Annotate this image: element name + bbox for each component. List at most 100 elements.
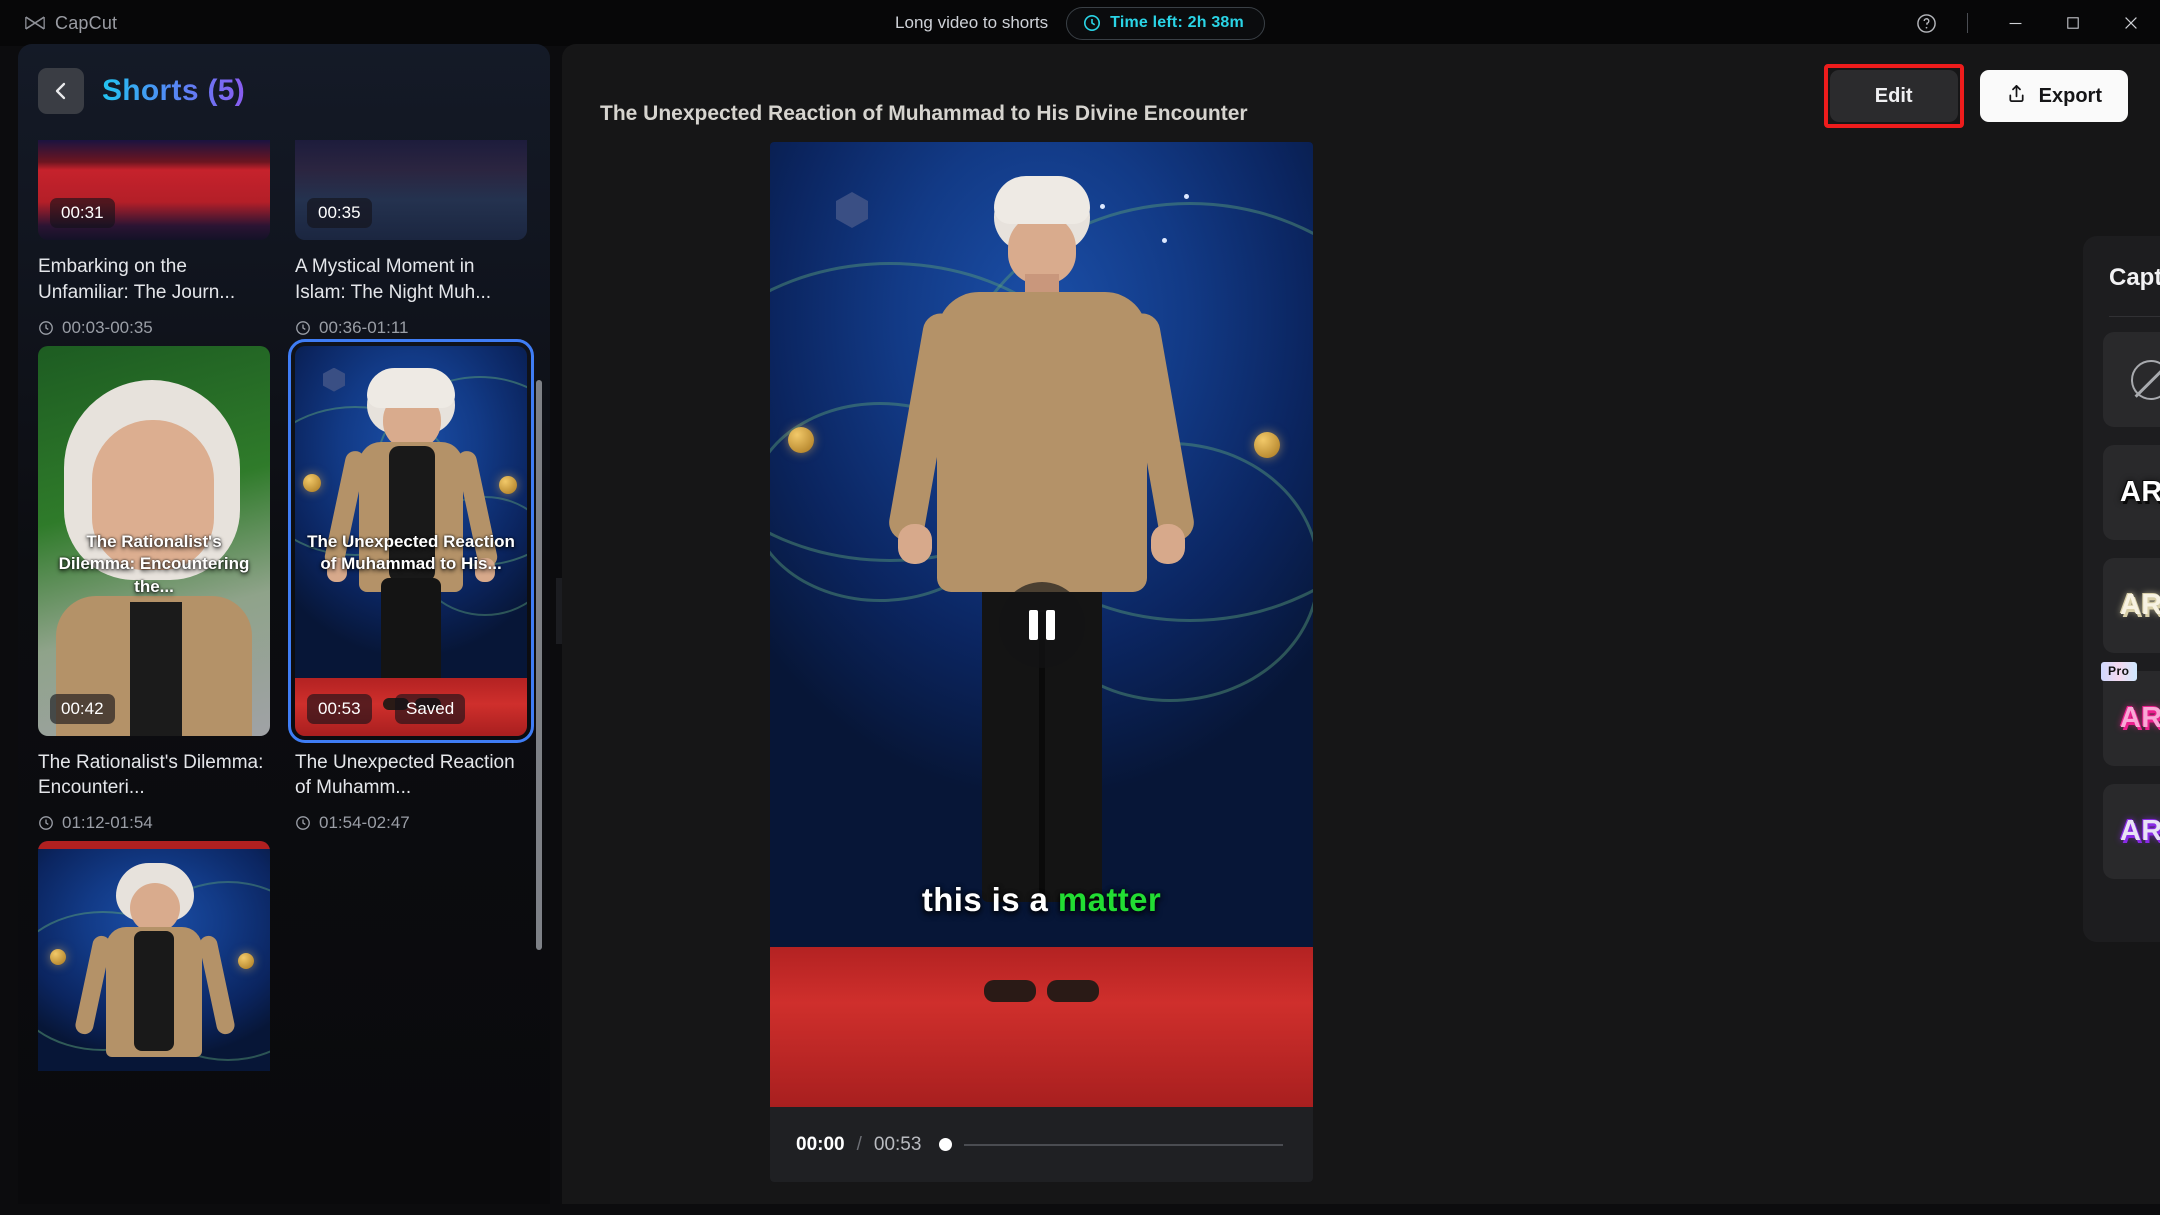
current-time: 00:00 <box>796 1134 845 1156</box>
decor-spark <box>1184 194 1189 199</box>
time-left-badge[interactable]: Time left: 2h 38m <box>1066 7 1265 40</box>
decor-spark <box>1162 238 1167 243</box>
stage-floor <box>770 947 1313 1107</box>
speaker-figure <box>1151 524 1185 564</box>
no-style-icon <box>2131 360 2160 400</box>
short-timerange: 00:36-01:11 <box>295 318 527 338</box>
caption-style-option[interactable]: ProART <box>2103 671 2160 766</box>
page-title: Shorts (5) <box>102 74 245 108</box>
short-title: The Unexpected Reaction of Muhamm... <box>295 750 527 802</box>
caption-style-option[interactable]: ART <box>2103 445 2160 540</box>
short-card[interactable]: The Rationalist's Dilemma: Encountering … <box>38 346 270 834</box>
video-canvas[interactable]: this is a matter <box>770 142 1313 1107</box>
shorts-grid: 00:31 Embarking on the Unfamiliar: The J… <box>38 140 528 1204</box>
clock-icon <box>38 320 54 336</box>
speaker-figure <box>994 176 1090 224</box>
video-player[interactable]: this is a matter 00:00 / 00:53 <box>770 142 1313 1182</box>
duration-badge: 00:53 <box>307 694 372 724</box>
export-button[interactable]: Export <box>1980 70 2128 122</box>
close-icon[interactable] <box>2102 0 2160 46</box>
short-card[interactable]: 00:31 Embarking on the Unfamiliar: The J… <box>38 140 270 338</box>
caption-style-grid[interactable]: ProARTARTARTARTProARTARTProARTARTARTARTA… <box>2103 332 2160 942</box>
page-title: The Unexpected Reaction of Muhammad to H… <box>600 102 1248 126</box>
maximize-icon[interactable] <box>2044 0 2102 46</box>
short-card[interactable]: 00:35 A Mystical Moment in Islam: The Ni… <box>295 140 527 338</box>
short-timerange: 01:54-02:47 <box>295 813 527 833</box>
short-thumbnail[interactable]: 00:31 <box>38 140 270 240</box>
caption-style-none-option[interactable] <box>2103 332 2160 427</box>
caption-style-preview: ART <box>2120 704 2160 733</box>
short-card-selected[interactable]: The Unexpected Reaction of Muhammad to H… <box>295 346 527 834</box>
capcut-logo-icon <box>24 15 46 31</box>
duration-badge: 00:31 <box>50 198 115 228</box>
progress-knob[interactable] <box>939 1138 952 1151</box>
sidebar-scrollbar[interactable] <box>536 380 542 950</box>
caption-style-option[interactable]: ART <box>2103 784 2160 879</box>
main-header: The Unexpected Reaction of Muhammad to H… <box>562 44 2160 120</box>
help-circle-icon[interactable] <box>1903 0 1949 46</box>
caption-style-preview: ART <box>2120 478 2160 507</box>
back-button[interactable] <box>38 68 84 114</box>
share-upload-icon <box>2006 83 2027 110</box>
export-label: Export <box>2039 85 2102 108</box>
speaker-figure <box>984 980 1036 1002</box>
decor-node <box>788 427 814 453</box>
sidebar-scroll-area[interactable]: 00:31 Embarking on the Unfamiliar: The J… <box>18 140 550 1204</box>
duration-badge: 00:35 <box>307 198 372 228</box>
sidebar-header: Shorts (5) <box>18 44 550 116</box>
clock-icon <box>38 815 54 831</box>
video-subtitle-overlay: this is a matter <box>770 881 1313 919</box>
minimize-icon[interactable] <box>1986 0 2044 46</box>
clock-icon <box>1083 14 1101 32</box>
subtitle-plain: this is a <box>922 881 1048 918</box>
short-timerange: 01:12-01:54 <box>38 813 270 833</box>
window-controls <box>1903 0 2160 46</box>
short-card[interactable] <box>38 841 270 1071</box>
pro-badge: Pro <box>2101 662 2137 681</box>
main-panel: The Unexpected Reaction of Muhammad to H… <box>562 44 2160 1204</box>
caption-style-panel: Caption style ProARTARTARTARTProARTARTPr… <box>2083 236 2160 942</box>
subtitle-highlight: matter <box>1058 881 1161 918</box>
caption-style-preview: ART <box>2120 591 2160 620</box>
brand: CapCut <box>24 13 117 34</box>
short-thumbnail[interactable]: The Rationalist's Dilemma: Encountering … <box>38 346 270 736</box>
short-thumbnail[interactable]: The Unexpected Reaction of Muhammad to H… <box>295 346 527 736</box>
decor-lamp <box>836 192 868 228</box>
time-separator: / <box>857 1134 862 1156</box>
shorts-sidebar: Shorts (5) 00:31 Embarking on the Unfami… <box>18 44 550 1204</box>
panel-title: Caption style <box>2109 264 2160 292</box>
edit-button[interactable]: Edit <box>1830 70 1958 122</box>
speaker-figure <box>937 292 1147 592</box>
pause-icon[interactable] <box>999 582 1085 668</box>
progress-track[interactable] <box>964 1144 1283 1146</box>
short-title: A Mystical Moment in Islam: The Night Mu… <box>295 254 527 306</box>
clock-icon <box>295 320 311 336</box>
title-bar-center: Long video to shorts Time left: 2h 38m <box>0 0 2160 46</box>
player-controls[interactable]: 00:00 / 00:53 <box>770 1107 1313 1182</box>
clock-icon <box>295 815 311 831</box>
caption-style-preview: ART <box>2120 817 2160 846</box>
duration-badge: 00:42 <box>50 694 115 724</box>
caption-style-header: Caption style <box>2083 236 2160 314</box>
short-timerange: 00:03-00:35 <box>38 318 270 338</box>
workflow-title: Long video to shorts <box>895 13 1048 33</box>
short-title: The Rationalist's Dilemma: Encounteri... <box>38 750 270 802</box>
short-title: Embarking on the Unfamiliar: The Journ..… <box>38 254 270 306</box>
short-thumbnail[interactable] <box>38 841 270 1071</box>
saved-badge: Saved <box>395 694 465 724</box>
speaker-figure <box>898 524 932 564</box>
thumbnail-caption-overlay: The Rationalist's Dilemma: Encountering … <box>48 531 260 599</box>
brand-name: CapCut <box>55 13 117 34</box>
time-left-label: Time left: 2h 38m <box>1110 14 1244 32</box>
speaker-figure <box>1047 980 1099 1002</box>
edit-button-wrapper: Edit <box>1824 64 1964 128</box>
decor-node <box>1254 432 1280 458</box>
total-time: 00:53 <box>874 1134 922 1156</box>
divider <box>1967 13 1968 33</box>
title-bar: CapCut Long video to shorts Time left: 2… <box>0 0 2160 46</box>
decor-spark <box>1100 204 1105 209</box>
capcut-app-window: CapCut Long video to shorts Time left: 2… <box>0 0 2160 1215</box>
short-thumbnail[interactable]: 00:35 <box>295 140 527 240</box>
divider <box>2109 316 2160 317</box>
caption-style-option[interactable]: ART <box>2103 558 2160 653</box>
